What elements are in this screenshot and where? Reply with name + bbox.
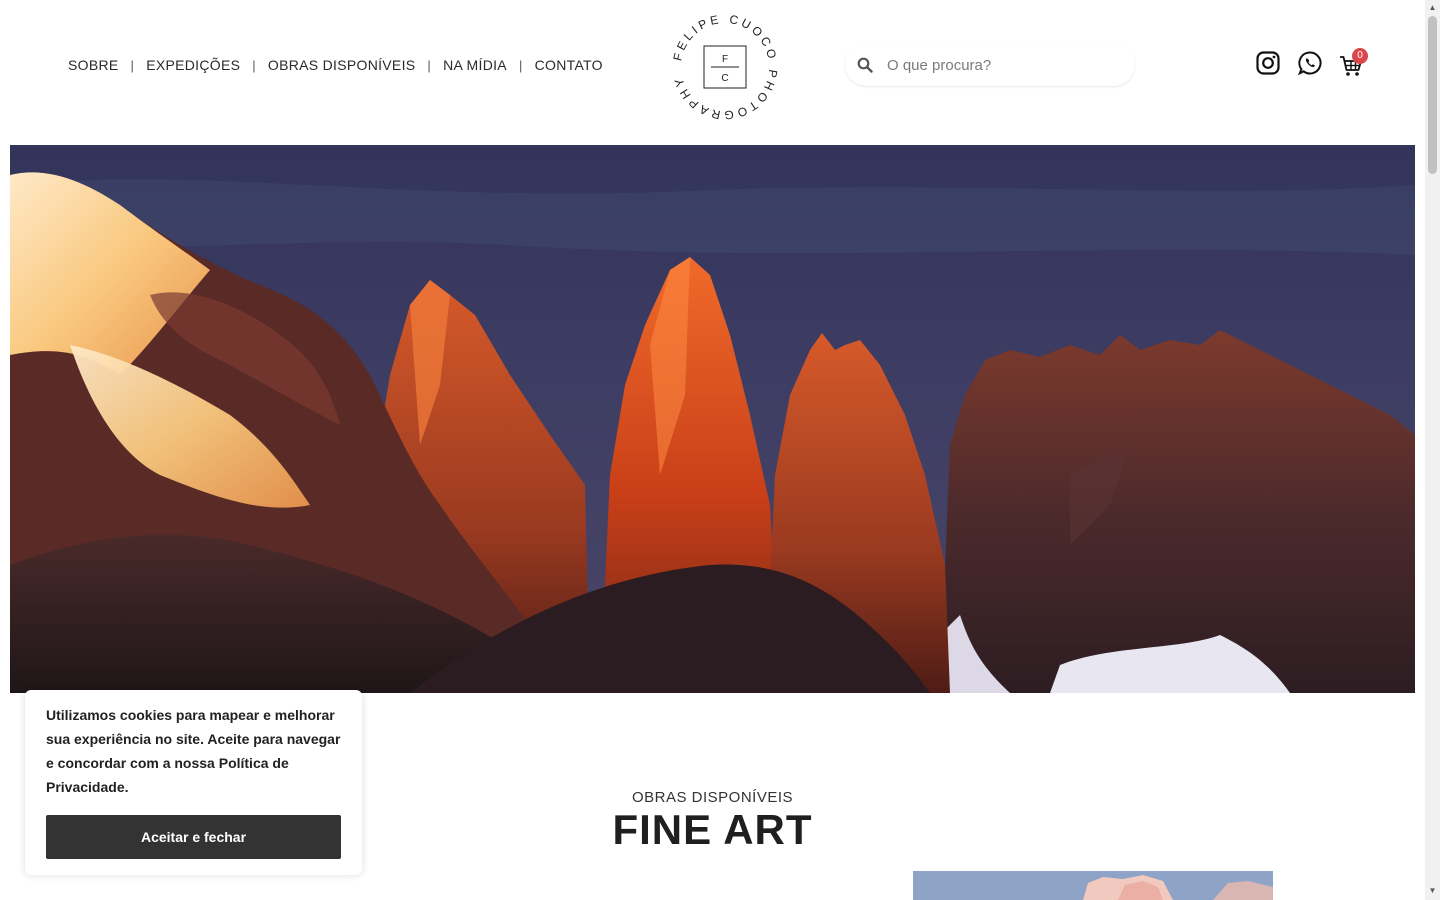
logo-emblem: FELIPE CUOCO PHOTOGRAPHY F C bbox=[670, 12, 777, 122]
nav-item-sobre[interactable]: SOBRE bbox=[68, 57, 119, 73]
page-scrollbar[interactable]: ▲ ▼ bbox=[1425, 0, 1440, 900]
cookie-message: Utilizamos cookies para mapear e melhora… bbox=[46, 707, 341, 795]
hero-image bbox=[10, 145, 1415, 693]
mountain-landscape-photo bbox=[10, 145, 1415, 693]
nav-separator: | bbox=[252, 57, 256, 73]
artwork-thumbnail[interactable] bbox=[913, 871, 1273, 900]
site-header: SOBRE | EXPEDIÇÕES | OBRAS DISPONÍVEIS |… bbox=[0, 0, 1425, 140]
cookie-consent-banner: Utilizamos cookies para mapear e melhora… bbox=[25, 690, 362, 875]
logo-monogram-f: F bbox=[722, 54, 728, 65]
instagram-icon[interactable] bbox=[1256, 51, 1280, 75]
artwork-thumbnail-image bbox=[913, 871, 1273, 900]
cart-count-badge: 0 bbox=[1352, 48, 1368, 64]
logo-monogram-c: C bbox=[721, 73, 728, 84]
nav-item-na-midia[interactable]: NA MÍDIA bbox=[443, 57, 507, 73]
main-nav: SOBRE | EXPEDIÇÕES | OBRAS DISPONÍVEIS |… bbox=[68, 57, 603, 73]
site-logo[interactable]: FELIPE CUOCO PHOTOGRAPHY F C bbox=[668, 10, 782, 124]
scroll-up-arrow-icon[interactable]: ▲ bbox=[1428, 3, 1437, 12]
nav-separator: | bbox=[130, 57, 135, 73]
nav-item-contato[interactable]: CONTATO bbox=[535, 57, 603, 73]
scroll-down-arrow-icon[interactable]: ▼ bbox=[1428, 886, 1437, 895]
whatsapp-icon[interactable] bbox=[1297, 51, 1322, 76]
accept-cookies-button[interactable]: Aceitar e fechar bbox=[46, 815, 341, 859]
scrollbar-thumb[interactable] bbox=[1428, 16, 1437, 174]
nav-item-expedicoes[interactable]: EXPEDIÇÕES bbox=[146, 57, 240, 73]
nav-separator: | bbox=[518, 57, 523, 73]
nav-item-obras-disponiveis[interactable]: OBRAS DISPONÍVEIS bbox=[268, 57, 415, 73]
search-box bbox=[845, 44, 1135, 86]
search-icon[interactable] bbox=[857, 57, 873, 73]
nav-separator: | bbox=[427, 57, 432, 73]
search-input[interactable] bbox=[887, 56, 1117, 74]
